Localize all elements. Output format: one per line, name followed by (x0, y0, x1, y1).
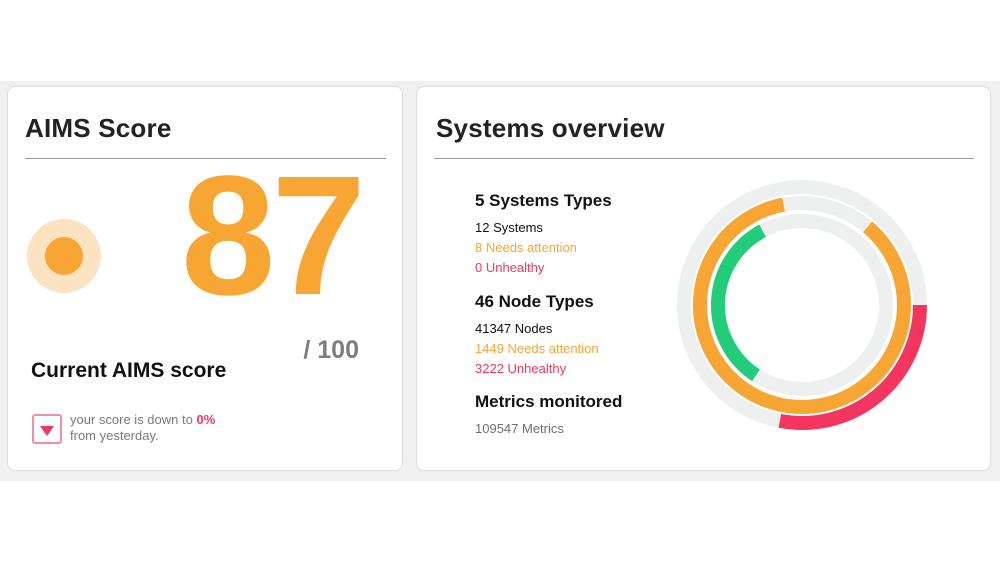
nodes-count: 41347 Nodes (475, 321, 553, 336)
current-score-label: Current AIMS score (31, 359, 227, 382)
score-status-dot-icon (27, 219, 101, 293)
systems-count: 12 Systems (475, 220, 543, 235)
aims-score-card: AIMS Score 87 / 100 Current AIMS score y… (7, 86, 403, 471)
trend-down-icon (32, 414, 62, 444)
systems-health-ring-chart (677, 180, 927, 430)
metrics-count: 109547 Metrics (475, 421, 564, 436)
needs-attention-ring-arc (693, 197, 911, 414)
aims-score-value: 87 (180, 141, 366, 331)
systems-overview-divider (434, 158, 974, 159)
systems-overview-card: Systems overview 5 Systems Types 12 Syst… (416, 86, 991, 471)
down-arrow-icon (40, 426, 54, 436)
trend-suffix: from yesterday. (70, 428, 159, 443)
healthy-ring-arc (710, 224, 766, 382)
score-status-dot-core (45, 237, 83, 275)
trend-prefix: your score is down to (70, 412, 193, 427)
metrics-block: Metrics monitored 109547 Metrics (475, 392, 622, 439)
score-trend-text: your score is down to 0% from yesterday. (70, 412, 250, 444)
aims-score-max: / 100 (303, 336, 359, 364)
trend-percent: 0% (196, 412, 216, 427)
systems-types-block: 5 Systems Types 12 Systems 8 Needs atten… (475, 191, 612, 278)
systems-types-heading: 5 Systems Types (475, 191, 612, 210)
systems-overview-title: Systems overview (436, 113, 665, 143)
systems-needs-attention: 8 Needs attention (475, 240, 577, 255)
aims-score-title: AIMS Score (25, 113, 172, 143)
metrics-heading: Metrics monitored (475, 392, 623, 411)
nodes-unhealthy: 3222 Unhealthy (475, 361, 567, 376)
nodes-needs-attention: 1449 Needs attention (475, 341, 599, 356)
node-types-heading: 46 Node Types (475, 292, 594, 311)
node-types-block: 46 Node Types 41347 Nodes 1449 Needs att… (475, 292, 599, 379)
systems-unhealthy: 0 Unhealthy (475, 260, 545, 275)
